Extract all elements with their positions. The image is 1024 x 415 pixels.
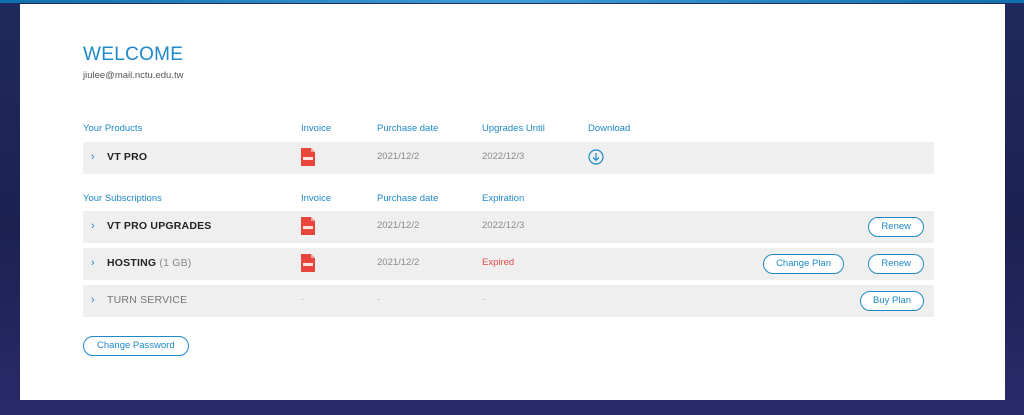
col-download: Download [588,123,631,134]
col-your-subscriptions: Your Subscriptions [83,193,162,204]
subscription-name: HOSTING (1 GB) [107,257,192,269]
change-plan-button[interactable]: Change Plan [763,254,844,274]
col-purchase-date: Purchase date [377,123,439,134]
invoice-placeholder: - [301,294,305,305]
upgrades-until: 2022/12/3 [482,151,525,162]
purchase-date: 2021/12/2 [377,257,420,268]
subscription-row-vt-pro-upgrades[interactable]: › VT PRO UPGRADES 2021/12/2 2022/12/3 Re… [83,211,934,243]
download-icon[interactable] [588,149,604,165]
subscription-row-turn-service[interactable]: › TURN SERVICE - - - Buy Plan [83,285,934,317]
chevron-right-icon[interactable]: › [91,219,103,233]
subscription-row-hosting[interactable]: › HOSTING (1 GB) 2021/12/2 Expired Chang… [83,248,934,280]
chevron-right-icon[interactable]: › [91,256,103,270]
col-invoice: Invoice [301,123,332,134]
col-invoice: Invoice [301,193,332,204]
chevron-right-icon[interactable]: › [91,293,103,307]
product-name: VT PRO [107,151,148,163]
user-email: jiulee@mail.nctu.edu.tw [83,70,184,81]
subscription-name: TURN SERVICE [107,294,188,306]
col-upgrades-until: Upgrades Until [482,123,545,134]
renew-button[interactable]: Renew [868,254,924,274]
expiration-date: 2022/12/3 [482,220,525,231]
subscription-size: (1 GB) [159,257,192,269]
purchase-date: 2021/12/2 [377,220,420,231]
account-panel: WELCOME jiulee@mail.nctu.edu.tw Your Pro… [20,4,1005,400]
purchase-date: 2021/12/2 [377,151,420,162]
purchase-date: - [377,294,381,305]
subscription-name-text: HOSTING [107,257,157,269]
product-row-vt-pro[interactable]: › VT PRO 2021/12/2 2022/12/3 [83,142,934,174]
subscription-name: VT PRO UPGRADES [107,220,212,232]
col-purchase-date: Purchase date [377,193,439,204]
top-accent-strip [0,0,1024,3]
expiration-date: - [482,294,486,305]
renew-button[interactable]: Renew [868,217,924,237]
subscriptions-table-header: Your Subscriptions Invoice Purchase date… [83,193,933,207]
col-expiration: Expiration [482,193,525,204]
pdf-icon[interactable] [301,217,315,235]
pdf-icon[interactable] [301,254,315,272]
buy-plan-button[interactable]: Buy Plan [859,291,924,311]
expiration-status: Expired [482,257,515,268]
pdf-icon[interactable] [301,148,315,166]
page-title: WELCOME [83,44,184,65]
products-table-header: Your Products Invoice Purchase date Upgr… [83,123,933,137]
change-password-button[interactable]: Change Password [83,336,189,356]
chevron-right-icon[interactable]: › [91,150,103,164]
col-your-products: Your Products [83,123,143,134]
